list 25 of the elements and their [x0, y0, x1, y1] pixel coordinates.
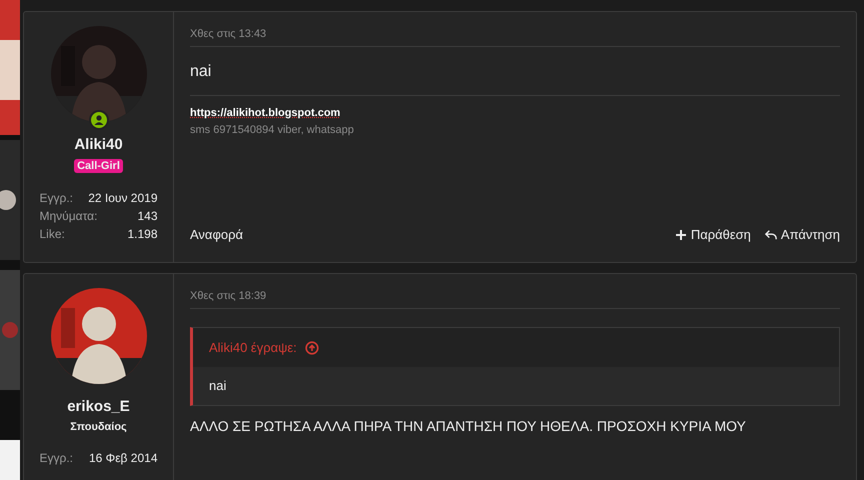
- stat-value: 143: [137, 209, 158, 223]
- stat-label: Εγγρ.:: [40, 191, 73, 205]
- stat-label: Εγγρ.:: [40, 451, 73, 465]
- reply-link[interactable]: Απάντηση: [764, 227, 840, 242]
- post-date[interactable]: Χθες στις 18:39: [190, 274, 840, 309]
- user-title-badge: Call-Girl: [74, 159, 123, 173]
- signature-text: sms 6971540894 viber, whatsapp: [190, 124, 355, 136]
- stat-label: Μηνύματα:: [40, 209, 98, 223]
- arrow-up-circle-icon[interactable]: [304, 340, 319, 354]
- username[interactable]: Aliki40: [74, 136, 123, 153]
- signature-link[interactable]: https://alikihot.blogspot.com: [190, 107, 340, 119]
- username[interactable]: erikos_E: [67, 398, 130, 415]
- quote-link[interactable]: Παράθεση: [674, 227, 751, 242]
- stat-label: Like:: [40, 227, 65, 241]
- stat-value: 1.198: [127, 227, 158, 241]
- report-link[interactable]: Αναφορά: [190, 227, 244, 242]
- stat-value: 16 Φεβ 2014: [88, 451, 158, 465]
- post-text: nai: [190, 62, 212, 82]
- post-date[interactable]: Χθες στις 13:43: [190, 12, 840, 47]
- stat-value: 22 Ιουν 2019: [88, 191, 158, 205]
- post-text: ΑΛΛΟ ΣΕ ΡΩΤΗΣΑ ΑΛΛΑ ΠΗΡΑ ΤΗΝ ΑΠΑΝΤΗΣΗ ΠΟΥ ΗΘΕΛΑ. ΠΡΟΣΟΧΗ ΚΥΡΙΑ ΜΟΥ: [190, 417, 747, 436]
- user-title: Σπουδαίος: [70, 421, 127, 433]
- plus-icon: [674, 228, 687, 240]
- quote-text: nai: [193, 367, 839, 405]
- reply-icon: [764, 228, 777, 240]
